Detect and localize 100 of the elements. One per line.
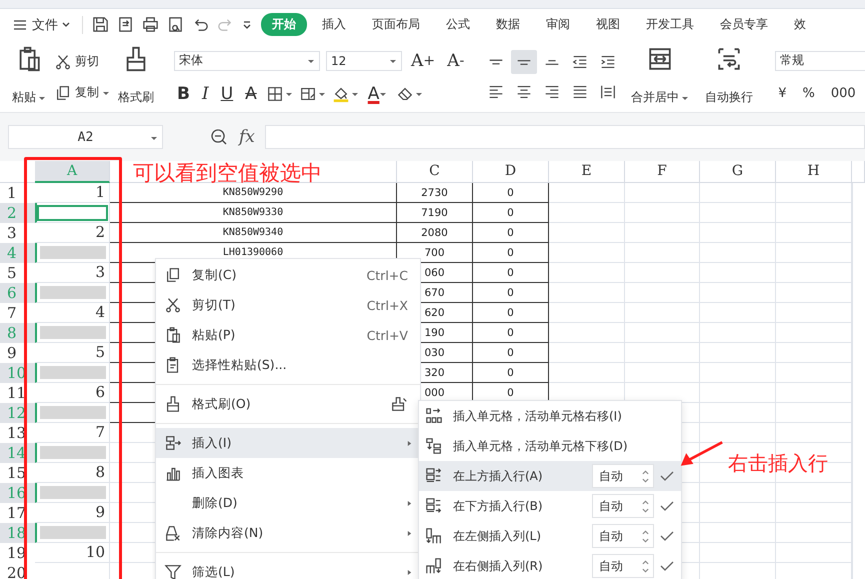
zoom-icon[interactable] (209, 127, 229, 147)
alignment-icon (543, 58, 562, 66)
submenu-arrow-icon (407, 530, 412, 536)
alignment-icon (571, 53, 590, 71)
paste-button[interactable]: 粘贴 (8, 42, 50, 112)
table-cell: KN850W9340 (110, 223, 397, 243)
print-icon[interactable] (141, 15, 160, 34)
copy-icon (164, 266, 182, 284)
font-style-button[interactable]: U (218, 84, 236, 104)
menu-item[interactable]: 在右侧插入列(R) 自动 (419, 551, 681, 579)
column-header[interactable]: G (700, 161, 776, 183)
row-header[interactable]: 5 (0, 263, 35, 283)
alignment-icon (487, 83, 506, 101)
column-header[interactable]: F (625, 161, 700, 183)
ribbon-tab[interactable]: 效 (783, 13, 817, 36)
menu-item[interactable]: 清除内容(N) (156, 518, 420, 548)
wrap-text-button[interactable]: 自动换行 (699, 42, 760, 112)
row-header[interactable]: 1 (0, 183, 35, 203)
alignment-icon (543, 83, 562, 101)
table-cell: 0 (473, 263, 549, 283)
filter-icon (164, 563, 182, 579)
column-header[interactable]: E (549, 161, 625, 183)
menu-item[interactable]: 在下方插入行(B) 自动 (419, 491, 681, 521)
menu-item[interactable]: 删除(D) (156, 488, 420, 518)
menu-item[interactable]: 插入(I) (156, 428, 420, 458)
save-icon[interactable] (91, 15, 110, 34)
ribbon-tab[interactable]: 视图 (585, 13, 631, 36)
font-style-button[interactable]: B (174, 84, 193, 104)
count-spinner[interactable]: 自动 (592, 524, 654, 548)
clipboard-icon (164, 326, 182, 344)
spinner-arrows-icon[interactable] (642, 560, 649, 572)
file-menu[interactable]: 文件 (12, 16, 70, 34)
submenu-arrow-icon (407, 568, 412, 576)
copy-button[interactable]: 复制 (54, 84, 110, 102)
column-header[interactable]: H (776, 161, 852, 183)
alignment-icon (515, 83, 534, 101)
column-header[interactable]: C (397, 161, 473, 183)
ribbon-tab[interactable]: 插入 (311, 13, 357, 36)
menu-item[interactable]: 在左侧插入列(L) 自动 (419, 521, 681, 551)
column-left-icon (425, 527, 443, 545)
font-color-button[interactable]: A (364, 84, 390, 104)
row-header[interactable]: 3 (0, 223, 35, 243)
row-header[interactable]: 11 (0, 383, 35, 403)
clear-icon (164, 524, 182, 542)
spinner-arrows-icon[interactable] (642, 470, 649, 482)
ribbon-tab[interactable]: 数据 (485, 13, 531, 36)
row-below-icon (425, 497, 443, 515)
number-format-button[interactable]: 000 (828, 84, 859, 104)
column-header[interactable]: D (473, 161, 549, 183)
insert-icon (164, 434, 182, 452)
menu-item[interactable]: 插入单元格，活动单元格下移(D) (419, 431, 681, 461)
row-header[interactable]: 7 (0, 303, 35, 323)
font-select[interactable]: 宋体 (174, 50, 320, 70)
menu-item[interactable]: 插入单元格，活动单元格右移(I) (419, 401, 681, 431)
font-size-select[interactable]: 12 (326, 50, 402, 70)
name-box[interactable]: A2 (8, 125, 163, 149)
count-spinner[interactable]: 自动 (592, 464, 654, 488)
table-cell: 7190 (397, 203, 473, 223)
border-icon (266, 84, 284, 102)
ribbon-tab[interactable]: 会员专享 (709, 13, 779, 36)
spinner-arrows-icon[interactable] (642, 530, 649, 542)
caret-icon[interactable] (150, 134, 158, 142)
annotation-arrow (679, 440, 724, 468)
alignment-icon (599, 53, 618, 71)
number-format-select[interactable]: 常规 (775, 50, 865, 70)
ribbon-tab[interactable]: 审阅 (535, 13, 581, 36)
ribbon-tab[interactable]: 页面布局 (361, 13, 431, 36)
print-preview-icon[interactable] (166, 15, 185, 34)
table-cell: 2730 (397, 183, 473, 203)
annotation-text: 右击插入行 (728, 450, 828, 477)
more-icon[interactable] (243, 20, 251, 28)
export-icon[interactable] (116, 15, 135, 34)
ribbon-tab[interactable]: 公式 (435, 13, 481, 36)
number-format-button[interactable]: % (800, 84, 818, 104)
menu-item[interactable]: 筛选(L) (156, 557, 420, 579)
format-painter-button[interactable]: 格式刷 (114, 42, 158, 112)
cut-button[interactable]: 剪切 (54, 52, 110, 70)
brush-icon (164, 395, 182, 413)
table-cell: 0 (473, 323, 549, 343)
chevron-icon (62, 20, 70, 28)
spinner-arrows-icon[interactable] (642, 500, 649, 512)
count-spinner[interactable]: 自动 (592, 494, 654, 518)
align-button[interactable] (511, 50, 538, 74)
number-format-button[interactable]: ¥ (775, 84, 790, 104)
function-button[interactable]: fx (239, 127, 255, 147)
count-spinner[interactable]: 自动 (592, 554, 654, 578)
font-style-button[interactable]: A (242, 84, 260, 104)
table-cell: KN850W9290 (110, 183, 397, 203)
merge-center-button[interactable]: 合并居中 (625, 42, 696, 112)
font-style-button[interactable]: I (198, 84, 212, 104)
row-header[interactable]: 9 (0, 343, 35, 363)
ribbon-tab[interactable]: 开发工具 (635, 13, 705, 36)
border-button[interactable] (266, 84, 293, 102)
formula-input[interactable] (264, 125, 865, 149)
submenu-arrow-icon (407, 500, 412, 506)
brush-icon[interactable] (390, 395, 408, 413)
menu-item[interactable]: 在上方插入行(A) 自动 (419, 461, 681, 491)
alignment-icon (487, 58, 506, 66)
table-cell: KN850W9330 (110, 203, 397, 223)
menu-item[interactable]: 插入图表 (156, 458, 420, 488)
